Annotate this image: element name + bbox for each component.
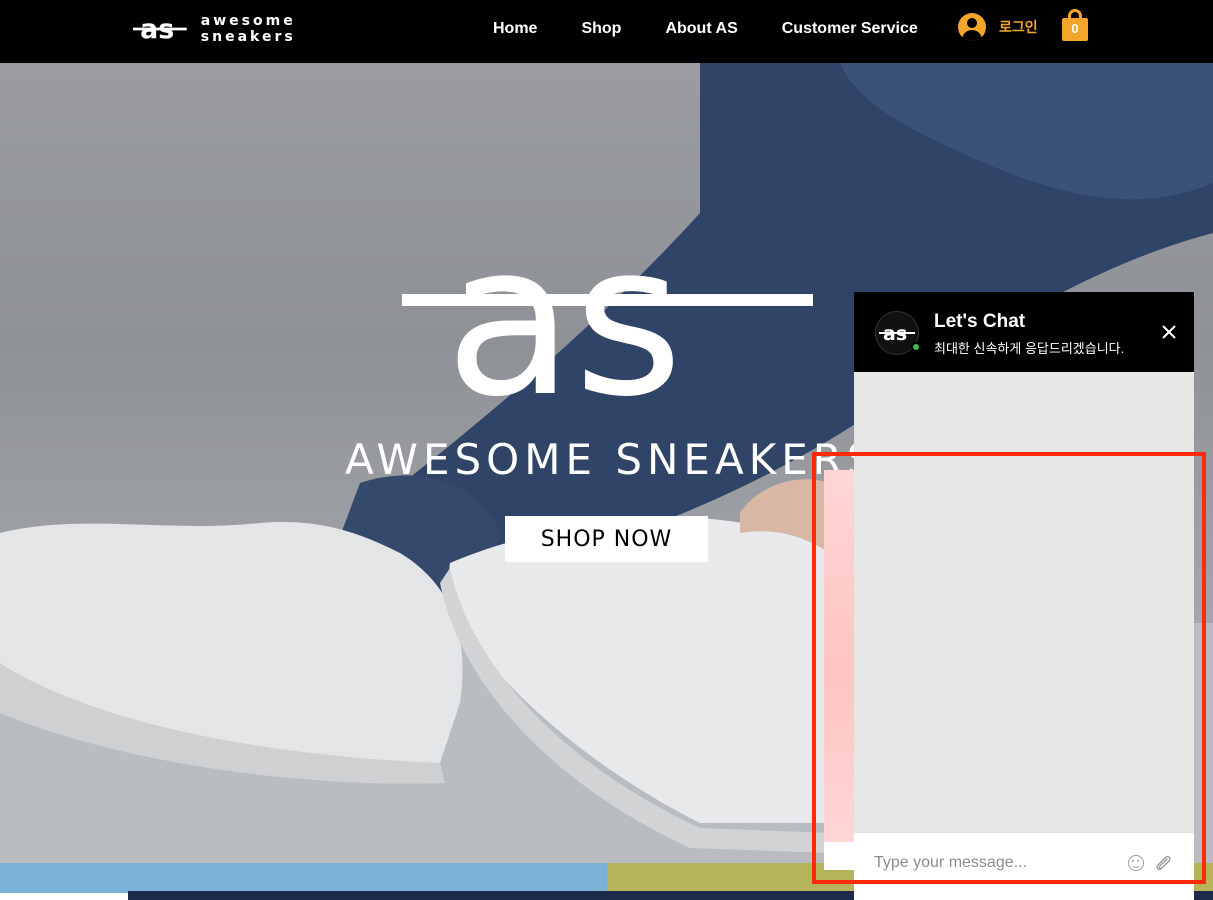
cart-count: 0 (1071, 21, 1079, 36)
page: as awesome sneakers Home Shop About AS C… (0, 0, 1213, 900)
background-panel-peek (824, 470, 854, 870)
section-preview-left (0, 863, 607, 893)
nav-home[interactable]: Home (493, 20, 537, 38)
site-header: as awesome sneakers Home Shop About AS C… (0, 0, 1213, 63)
main-nav: Home Shop About AS Customer Service (493, 20, 962, 38)
svg-text:as: as (140, 14, 174, 45)
chat-subtitle: 최대한 신속하게 응답드리겠습니다. (934, 341, 1125, 356)
svg-text:as: as (445, 233, 683, 403)
chat-title: Let's Chat (934, 311, 1026, 332)
chat-message-input[interactable] (874, 849, 1114, 877)
nav-customer-service[interactable]: Customer Service (782, 20, 918, 38)
svg-text:as: as (883, 323, 907, 344)
nav-shop[interactable]: Shop (581, 20, 621, 38)
chat-header: as Let's Chat 최대한 신속하게 응답드리겠습니다. (854, 292, 1194, 372)
attachment-icon[interactable] (1154, 853, 1172, 873)
close-icon[interactable] (1160, 323, 1178, 341)
as-logo-icon: as (879, 323, 915, 344)
nav-about[interactable]: About AS (665, 20, 737, 38)
user-icon (958, 13, 986, 41)
brand-name: awesome sneakers (200, 13, 296, 45)
hero-as-logo: as (402, 233, 813, 403)
login-button[interactable]: 로그인 (958, 13, 1038, 41)
online-status-icon (911, 342, 921, 352)
as-logo-icon: as (133, 14, 187, 45)
chat-widget: as Let's Chat 최대한 신속하게 응답드리겠습니다. (854, 292, 1194, 900)
hero-title: AWESOME SNEAKERS (345, 435, 879, 484)
site-logo[interactable]: as awesome sneakers (133, 12, 378, 46)
cart-button[interactable]: 0 (1062, 9, 1088, 41)
login-label: 로그인 (999, 19, 1038, 35)
shop-now-button[interactable]: SHOP NOW (505, 516, 708, 562)
chat-composer (854, 832, 1194, 900)
emoji-icon[interactable] (1128, 855, 1144, 871)
